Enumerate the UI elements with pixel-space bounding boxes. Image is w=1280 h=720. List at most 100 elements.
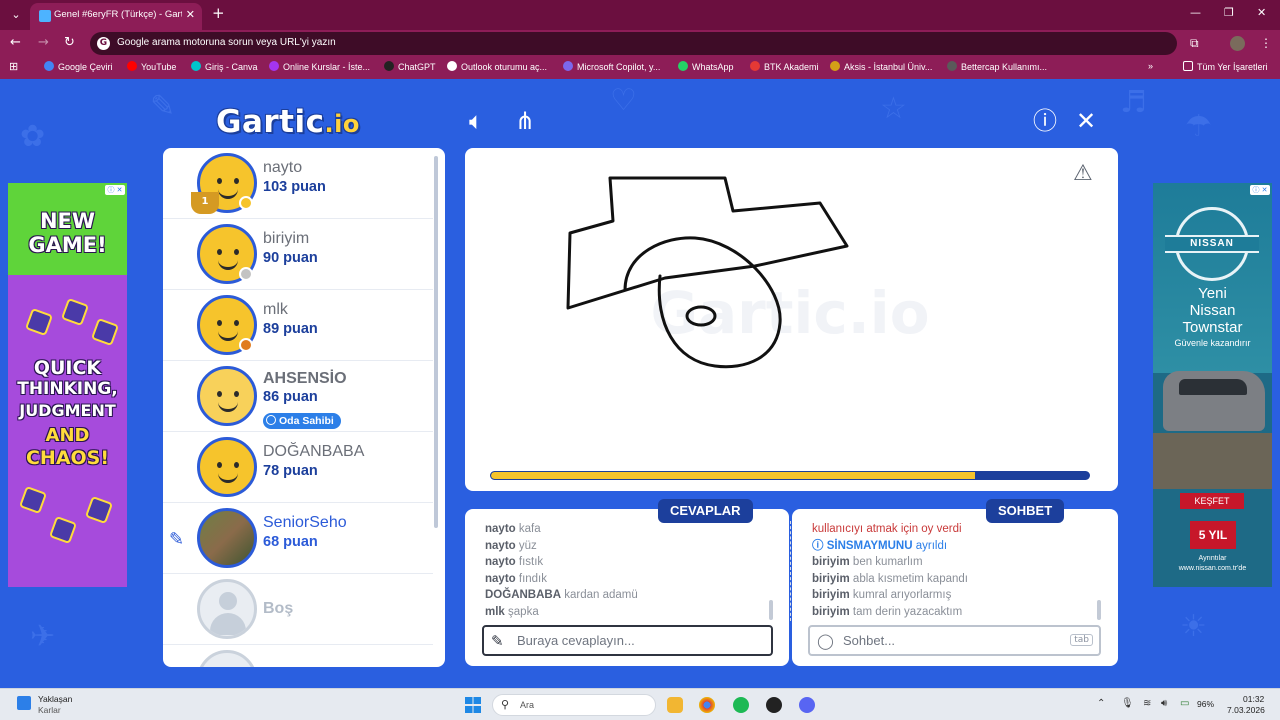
answer-input[interactable]: ✎ Buraya cevaplayın... <box>482 625 773 656</box>
all-bookmarks-folder[interactable]: Tüm Yer İşaretleri <box>1183 61 1268 72</box>
tab-close-icon[interactable]: ✕ <box>186 8 195 21</box>
answers-scrollbar[interactable] <box>769 600 773 620</box>
restore-icon[interactable]: ❐ <box>1224 6 1234 19</box>
browser-menu-icon[interactable]: ⋮ <box>1260 36 1272 50</box>
player-row[interactable]: 1 nayto 103 puan <box>163 148 433 219</box>
players-scrollbar[interactable] <box>434 156 438 528</box>
whatsapp-icon <box>678 61 688 71</box>
apps-grid-icon[interactable]: ⊞ <box>9 60 18 73</box>
file-explorer-icon[interactable] <box>667 697 683 713</box>
bookmark-whatsapp[interactable]: WhatsApp <box>678 61 734 72</box>
bookmark-chatgpt[interactable]: ChatGPT <box>384 61 436 72</box>
weather-icon[interactable] <box>17 696 31 710</box>
player-row-current-drawer[interactable]: ✎ SeniorSeho 68 puan <box>163 503 433 574</box>
player-score: 90 puan <box>263 250 318 266</box>
chat-placeholder: Sohbet... <box>843 633 896 648</box>
clock-date[interactable]: 7.03.2026 <box>1227 705 1265 715</box>
gartic-logo[interactable]: Gartic.io <box>216 104 360 140</box>
owner-label: Oda Sahibi <box>279 415 334 427</box>
chrome-icon[interactable] <box>699 697 715 713</box>
bookmark-btk[interactable]: BTK Akademi <box>750 61 819 72</box>
sound-toggle-icon[interactable]: 🔈︎ <box>469 108 483 134</box>
ad-text: JUDGMENT <box>19 401 116 420</box>
info-icon[interactable]: ⓘ <box>1033 108 1057 134</box>
bookmark-outlook[interactable]: Outlook oturumu aç... <box>447 61 547 72</box>
player-row[interactable]: DOĞANBABA 78 puan <box>163 432 433 503</box>
status-dot <box>239 267 253 281</box>
chat-tab[interactable]: SOHBET <box>986 499 1065 523</box>
ad-cta-button[interactable]: KEŞFET <box>1180 493 1244 509</box>
bookmark-bettercap[interactable]: Bettercap Kullanımı... <box>947 61 1047 72</box>
status-dot <box>239 196 253 210</box>
chat-info-message: ⓘ SİNSMAYMUNU ayrıldı <box>812 539 948 552</box>
player-avatar <box>197 508 257 568</box>
bookmark-copilot[interactable]: Microsoft Copilot, y... <box>563 61 660 72</box>
tab-search-dropdown-icon[interactable]: ⌄ <box>7 6 25 24</box>
player-avatar <box>197 437 257 497</box>
watermark-logo: Gartic.io <box>650 279 929 347</box>
bookmark-aksis[interactable]: Aksis - İstanbul Üniv... <box>830 61 932 72</box>
browser-tab-active[interactable]: Genel #6eryFR (Türkçe) - Gartic.io ✕ <box>30 3 202 30</box>
minimize-icon[interactable]: — <box>1190 6 1201 19</box>
player-row[interactable]: biriyim 90 puan <box>163 219 433 290</box>
weather-title: Yaklaşan <box>38 694 73 704</box>
player-row[interactable]: mlk 89 puan <box>163 290 433 361</box>
discord-icon[interactable] <box>799 697 815 713</box>
tray-overflow-icon[interactable]: ⌃ <box>1097 698 1105 709</box>
left-advertisement[interactable]: ⓘ ✕ NEW GAME! QUICK THINKING, JUDGMENT A… <box>8 183 127 587</box>
chat-panel: SOHBET kullanıcıyı atmak için oy verdi ⓘ… <box>792 499 1118 666</box>
windows-taskbar: Yaklaşan Karlar ⚲ Ara ⌃ 🎙︎ ≋ 🔊︎ ▭ 96% 01… <box>0 688 1280 720</box>
taskbar-search-label: Ara <box>520 700 535 710</box>
back-icon[interactable]: ← <box>10 36 21 50</box>
bookmark-label: Outlook oturumu aç... <box>461 62 548 72</box>
drawing-pencil-icon: ✎ <box>169 529 185 550</box>
wifi-icon[interactable]: ≋ <box>1143 698 1151 709</box>
bookmarks-overflow-icon[interactable]: » <box>1148 61 1153 71</box>
clock-time[interactable]: 01:32 <box>1243 694 1264 704</box>
ad-text: Townstar <box>1182 319 1243 336</box>
bookmark-canva[interactable]: Giriş - Canva <box>191 61 258 72</box>
taskbar-search[interactable]: ⚲ Ara <box>492 694 656 716</box>
address-bar[interactable]: G Google arama motoruna sorun veya URL'y… <box>90 32 1177 55</box>
drawing-canvas[interactable]: Gartic.io ⚠ <box>465 148 1118 491</box>
ad-info-icon[interactable]: ⓘ ✕ <box>105 185 125 195</box>
reload-icon[interactable]: ↻ <box>64 36 75 50</box>
exit-room-icon[interactable]: ✕ <box>1076 108 1096 134</box>
battery-icon[interactable]: ▭ <box>1180 698 1189 709</box>
background-doodle-icon: ♬ <box>1120 85 1147 120</box>
player-row[interactable]: AHSENSİO 86 puan Oda Sahibi <box>163 361 433 432</box>
chat-input[interactable]: ◯ Sohbet... tab <box>808 625 1101 656</box>
forward-icon[interactable]: → <box>38 36 49 50</box>
canva-icon <box>191 61 201 71</box>
aksis-icon <box>830 61 840 71</box>
new-tab-icon[interactable]: + <box>212 6 225 21</box>
logo-domain: .io <box>324 110 360 138</box>
chat-message: biriyim abla kısmetim kapandı <box>812 572 968 585</box>
bookmark-label: ChatGPT <box>398 62 436 72</box>
extensions-icon[interactable]: ⧉ <box>1190 36 1199 51</box>
tab-title: Genel #6eryFR (Türkçe) - Gartic.io <box>54 9 182 20</box>
volume-icon[interactable]: 🔊︎ <box>1161 698 1167 709</box>
all-bookmarks-label: Tüm Yer İşaretleri <box>1197 62 1268 72</box>
pencil-icon: ✎ <box>491 632 504 650</box>
windows-start-icon[interactable] <box>465 697 481 713</box>
right-advertisement[interactable]: ⓘ ✕ NISSAN Yeni Nissan Townstar Güvenle … <box>1153 183 1272 587</box>
spotify-icon[interactable] <box>733 697 749 713</box>
microphone-icon[interactable]: 🎙︎ <box>1121 698 1134 709</box>
ad-info-icon[interactable]: ⓘ ✕ <box>1250 185 1270 195</box>
ad-text: NEW <box>39 209 96 233</box>
bookmark-youtube[interactable]: YouTube <box>127 61 176 72</box>
bookmark-online-kurslar[interactable]: Online Kurslar - İste... <box>269 61 370 72</box>
profile-avatar[interactable] <box>1230 36 1245 51</box>
report-warning-icon[interactable]: ⚠ <box>1073 161 1093 186</box>
round-timer-bar <box>490 471 1090 480</box>
answers-tab[interactable]: CEVAPLAR <box>658 499 753 523</box>
window-close-icon[interactable]: ✕ <box>1257 6 1266 19</box>
player-score: 78 puan <box>263 463 318 479</box>
bookmark-google-ceviri[interactable]: Google Çeviri <box>44 61 113 72</box>
share-icon[interactable]: ⋔ <box>515 108 535 134</box>
chat-scrollbar[interactable] <box>1097 600 1101 620</box>
chat-bubble-icon: ◯ <box>817 632 834 650</box>
bookmark-label: Online Kurslar - İste... <box>283 62 371 72</box>
app-icon[interactable] <box>766 697 782 713</box>
